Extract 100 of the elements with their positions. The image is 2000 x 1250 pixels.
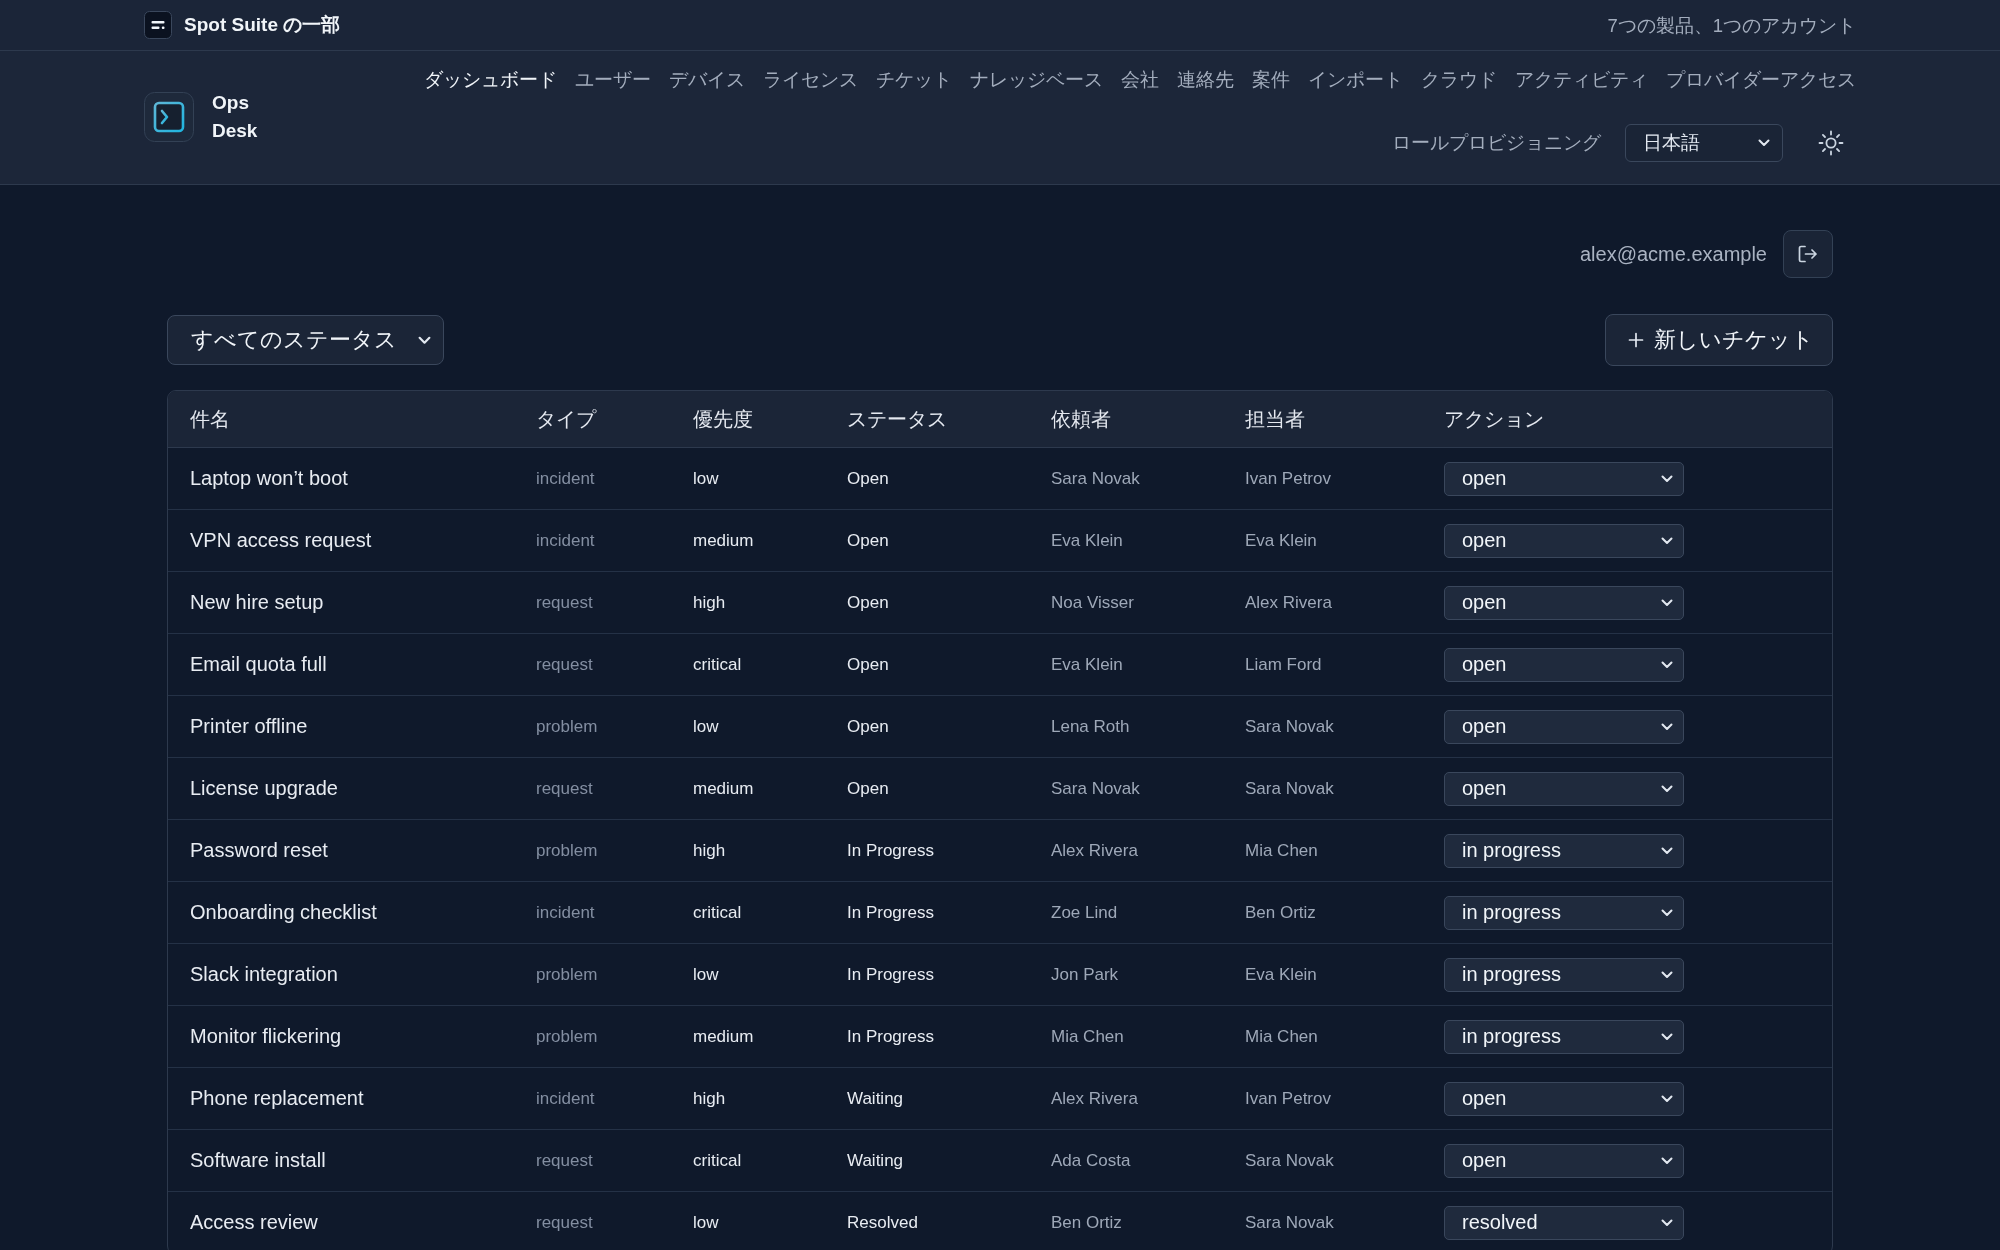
app-name: Ops Desk [212, 90, 259, 143]
nav-link[interactable]: ユーザー [575, 65, 651, 95]
status-select[interactable]: resolved [1444, 1205, 1684, 1240]
nav-link[interactable]: インポート [1308, 65, 1403, 95]
table-cell: Eva Klein [1245, 964, 1317, 985]
ticket-title: Laptop won’t boot [190, 467, 348, 490]
nav-link[interactable]: ダッシュボード [424, 65, 557, 95]
language-select[interactable]: 日本語 [1625, 124, 1783, 162]
status-select[interactable]: open [1444, 1081, 1684, 1116]
status-filter-select[interactable]: すべてのステータス [167, 315, 444, 365]
ticket-title: Onboarding checklist [190, 901, 377, 924]
table-cell: low [693, 1212, 719, 1233]
nav-link[interactable]: クラウド [1421, 65, 1497, 95]
chevron-down-icon [1661, 1032, 1673, 1041]
column-header: 件名 [190, 406, 231, 432]
table-cell: Ivan Petrov [1245, 1088, 1331, 1109]
table-cell: low [693, 964, 719, 985]
suite-label: Spot Suite の一部 [184, 13, 341, 37]
chevron-down-icon [1661, 1156, 1673, 1165]
ticket-title: Printer offline [190, 715, 308, 738]
logout-icon [1798, 245, 1818, 263]
table-cell: critical [693, 654, 742, 675]
nav-link[interactable]: ロールプロビジョニング [1392, 128, 1601, 158]
table-cell: request [536, 592, 593, 613]
sun-icon[interactable] [1818, 130, 1844, 156]
table-cell: Open [847, 468, 889, 489]
chevron-down-icon [1661, 474, 1673, 483]
chevron-down-icon [1661, 660, 1673, 669]
chevron-down-icon [1758, 139, 1770, 147]
chevron-down-icon [1661, 970, 1673, 979]
chevron-down-icon [1661, 846, 1673, 855]
nav-link[interactable]: 連絡先 [1177, 65, 1234, 95]
table-cell: Ben Ortiz [1245, 902, 1316, 923]
table-cell: Eva Klein [1245, 530, 1317, 551]
ticket-title: Access review [190, 1211, 318, 1234]
status-select[interactable]: in progress [1444, 833, 1684, 868]
table-cell: Lena Roth [1051, 716, 1130, 737]
status-select[interactable]: open [1444, 771, 1684, 806]
table-cell: Sara Novak [1051, 468, 1140, 489]
table-cell: Alex Rivera [1051, 1088, 1138, 1109]
ticket-title: Software install [190, 1149, 326, 1172]
status-select[interactable]: open [1444, 647, 1684, 682]
chevron-down-icon [418, 335, 431, 345]
status-select[interactable]: open [1444, 461, 1684, 496]
nav-link[interactable]: 会社 [1121, 65, 1159, 95]
table-cell: incident [536, 1088, 595, 1109]
table-cell: Eva Klein [1051, 654, 1123, 675]
table-cell: incident [536, 902, 595, 923]
nav-link[interactable]: アクティビティ [1515, 65, 1648, 95]
table-cell: Open [847, 654, 889, 675]
chevron-down-icon [1661, 784, 1673, 793]
table-cell: Ivan Petrov [1245, 468, 1331, 489]
chevron-down-icon [1661, 598, 1673, 607]
user-email: alex@acme.example [1579, 242, 1767, 266]
table-cell: incident [536, 468, 595, 489]
table-cell: Open [847, 530, 889, 551]
table-cell: Eva Klein [1051, 530, 1123, 551]
table-cell: In Progress [847, 1026, 934, 1047]
table-cell: In Progress [847, 902, 934, 923]
table-cell: Sara Novak [1245, 1212, 1334, 1233]
nav-link[interactable]: 案件 [1252, 65, 1290, 95]
ticket-title: New hire setup [190, 591, 324, 614]
logout-button[interactable] [1783, 230, 1833, 278]
table-cell: Open [847, 716, 889, 737]
nav-link[interactable]: ナレッジベース [970, 65, 1103, 95]
column-header: 依頼者 [1051, 406, 1112, 432]
column-header: アクション [1444, 406, 1545, 432]
status-select[interactable]: in progress [1444, 1019, 1684, 1054]
table-cell: Waiting [847, 1150, 904, 1171]
table-cell: incident [536, 530, 595, 551]
nav-link[interactable]: デバイス [669, 65, 745, 95]
table-cell: request [536, 778, 593, 799]
table-cell: Noa Visser [1051, 592, 1134, 613]
table-cell: In Progress [847, 964, 934, 985]
table-cell: high [693, 592, 726, 613]
table-cell: Open [847, 592, 889, 613]
status-select[interactable]: open [1444, 1143, 1684, 1178]
nav-link[interactable]: ライセンス [763, 65, 858, 95]
status-select[interactable]: open [1444, 523, 1684, 558]
table-cell: request [536, 654, 593, 675]
chevron-down-icon [1661, 722, 1673, 731]
column-header: 担当者 [1245, 406, 1306, 432]
table-cell: Mia Chen [1245, 1026, 1318, 1047]
table-cell: problem [536, 1026, 598, 1047]
status-select[interactable]: open [1444, 709, 1684, 744]
table-cell: high [693, 840, 726, 861]
table-cell: low [693, 468, 719, 489]
nav-link[interactable]: チケット [876, 65, 952, 95]
terminal-logo-icon [144, 91, 194, 142]
table-cell: Alex Rivera [1051, 840, 1138, 861]
table-cell: Mia Chen [1051, 1026, 1124, 1047]
nav-link[interactable]: プロバイダーアクセス [1666, 65, 1856, 95]
ticket-title: Password reset [190, 839, 328, 862]
status-select[interactable]: in progress [1444, 895, 1684, 930]
table-cell: Alex Rivera [1245, 592, 1332, 613]
status-select[interactable]: in progress [1444, 957, 1684, 992]
status-select[interactable]: open [1444, 585, 1684, 620]
new-ticket-button[interactable]: 新しいチケット [1605, 314, 1833, 366]
column-header: ステータス [847, 406, 948, 432]
chevron-down-icon [1661, 536, 1673, 545]
